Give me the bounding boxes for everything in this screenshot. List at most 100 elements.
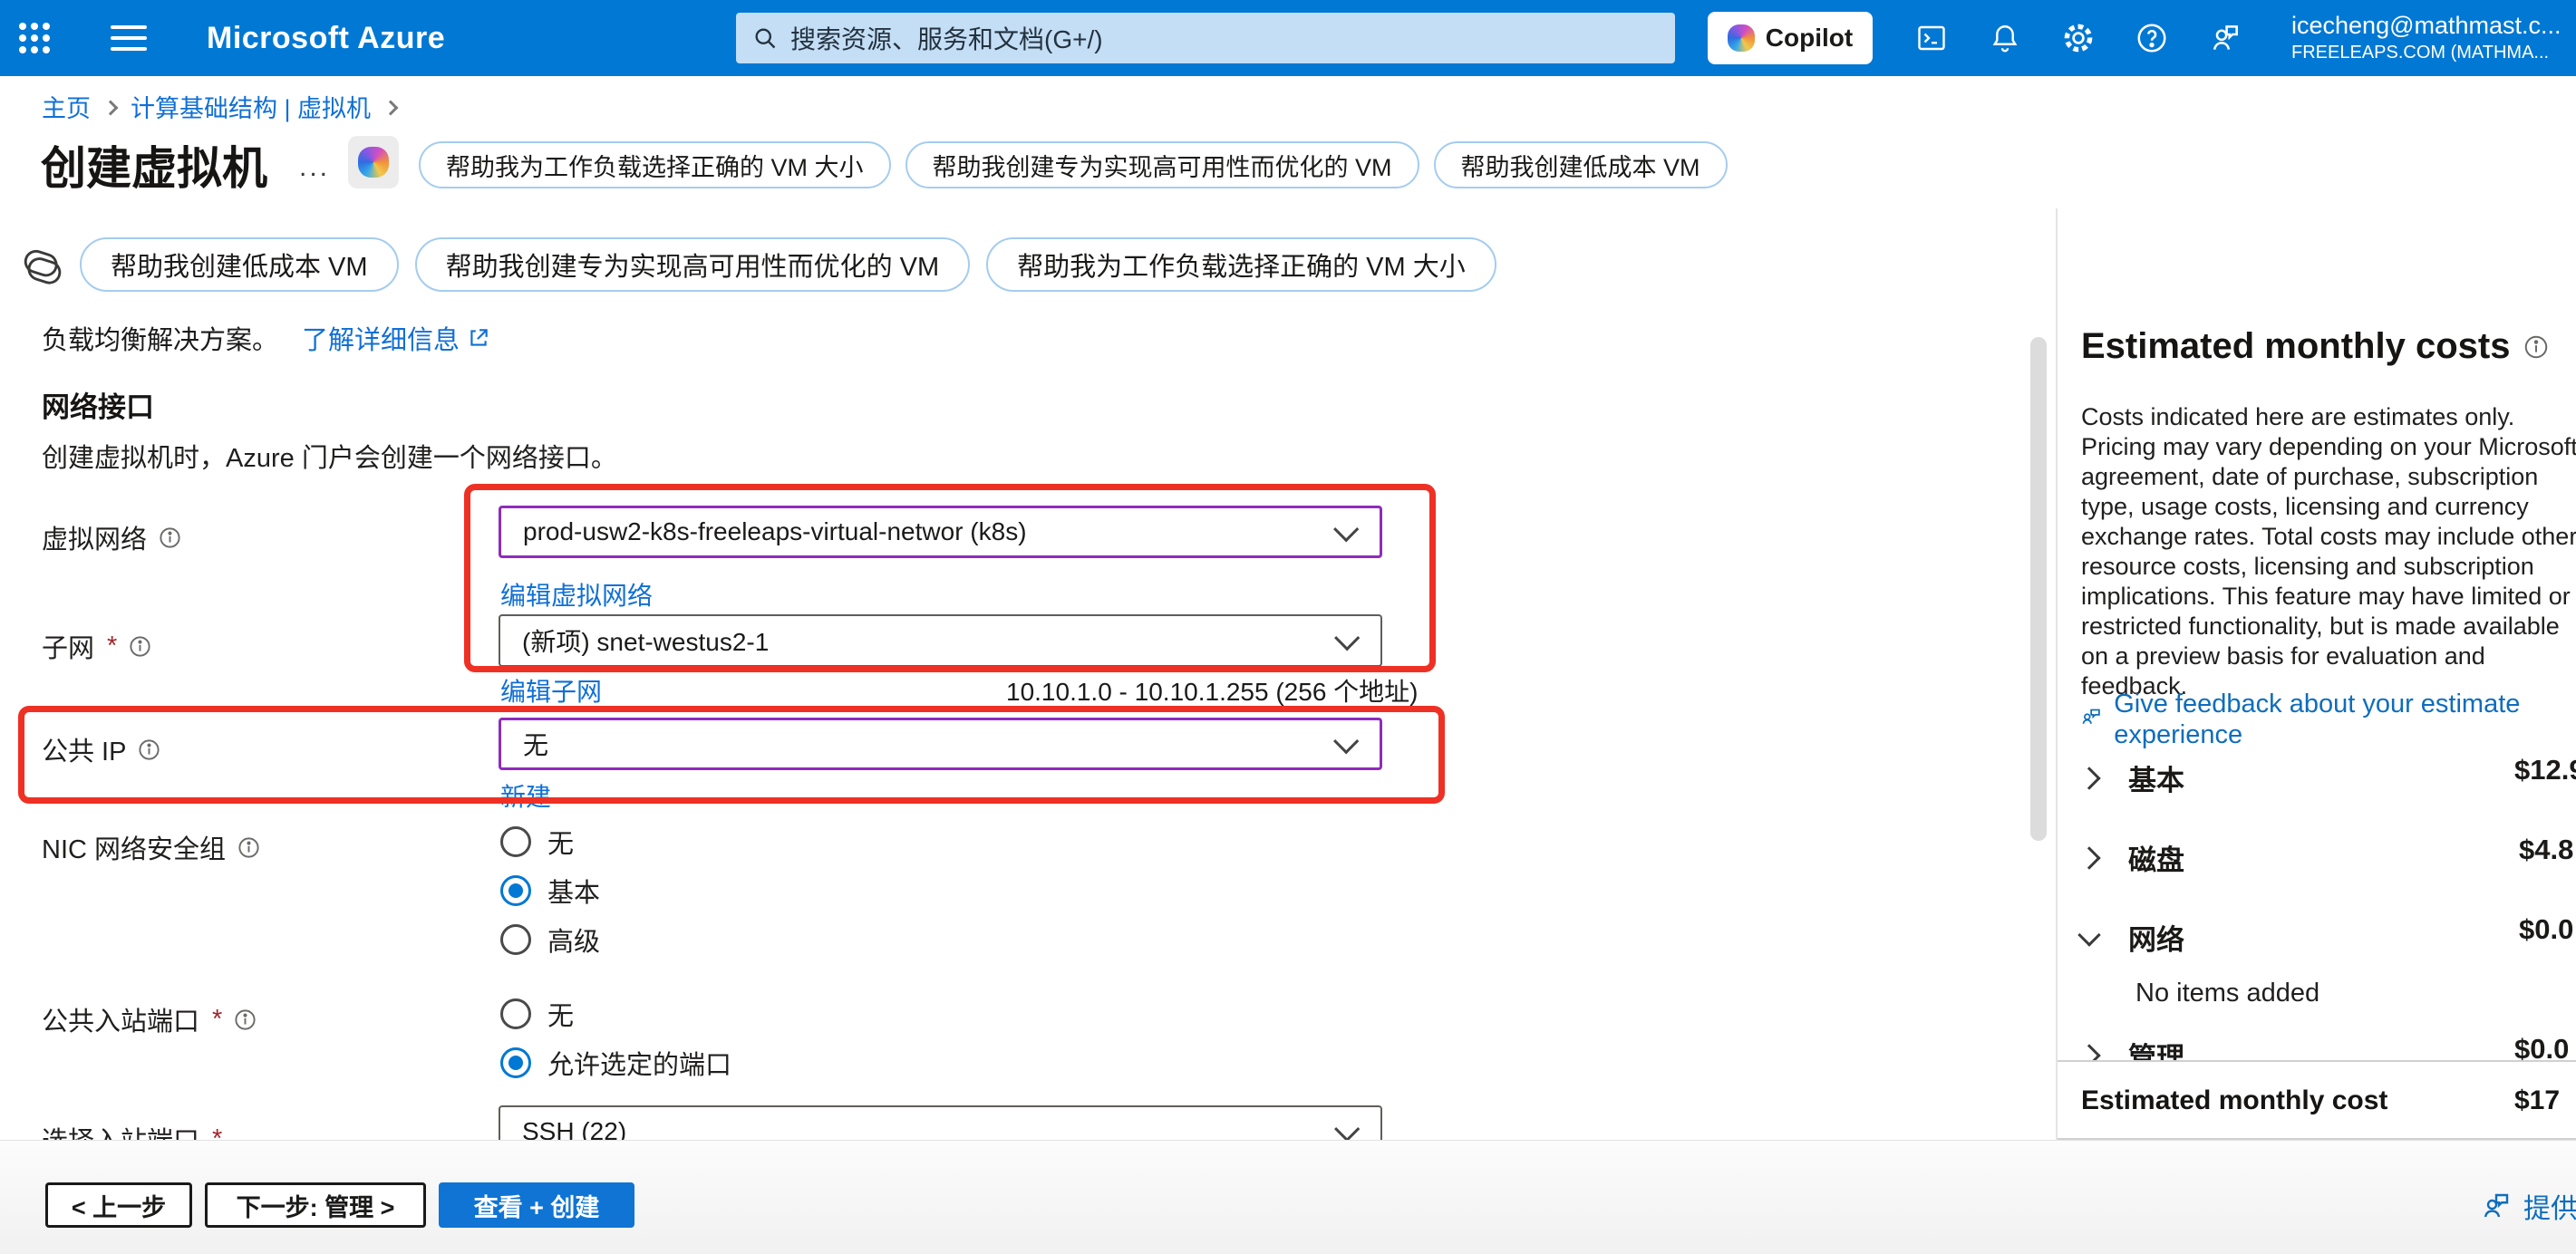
cost-row-note: No items added — [2135, 979, 2319, 1008]
radio-icon — [500, 998, 531, 1029]
info-icon[interactable] — [237, 835, 261, 860]
nic-nsg-option-advanced[interactable]: 高级 — [500, 921, 600, 959]
cost-panel-description: Costs indicated here are estimates only.… — [2081, 402, 2576, 701]
breadcrumb: 主页 计算基础结构 | 虚拟机 — [42, 89, 396, 124]
footer-feedback-link[interactable]: 提供 — [2480, 1186, 2576, 1226]
subnet-label: 子网 * — [42, 627, 152, 665]
external-link-icon — [467, 326, 490, 350]
help-icon[interactable] — [2115, 0, 2188, 76]
copilot-button[interactable]: Copilot — [1708, 12, 1873, 64]
copilot-icon — [358, 147, 389, 178]
section-description: 创建虚拟机时，Azure 门户会创建一个网络接口。 — [42, 437, 617, 475]
create-new-public-ip-link[interactable]: 新建 — [500, 777, 551, 814]
radio-selected-icon — [500, 875, 531, 906]
footer-bar: < 上一步 下一步: 管理 > 查看 + 创建 提供 — [0, 1140, 2576, 1254]
copilot-chip[interactable]: 帮助我为工作负载选择正确的 VM 大小 — [986, 237, 1496, 292]
chevron-down-icon — [2077, 923, 2100, 946]
search-placeholder: 搜索资源、服务和文档(G+/) — [790, 20, 1103, 56]
azure-portal: Microsoft Azure 搜索资源、服务和文档(G+/) Copilot — [0, 0, 2576, 1254]
intro-line: 负载均衡解决方案。 了解详细信息 — [42, 319, 490, 357]
cost-summary-bar: Estimated monthly cost $17 — [2058, 1060, 2576, 1140]
learn-more-link[interactable]: 了解详细信息 — [302, 319, 490, 357]
more-ellipsis-button[interactable]: ... — [299, 152, 330, 183]
copilot-chip[interactable]: 帮助我创建低成本 VM — [80, 237, 399, 292]
select-inbound-ports-select[interactable]: SSH (22) — [499, 1105, 1382, 1140]
copilot-chips-row2: 帮助我创建低成本 VM 帮助我创建专为实现高可用性而优化的 VM 帮助我为工作负… — [80, 237, 1496, 292]
subnet-select[interactable]: (新项) snet-westus2-1 — [499, 614, 1382, 667]
cost-summary-label: Estimated monthly cost — [2081, 1085, 2387, 1116]
public-ip-select[interactable]: 无 — [499, 718, 1382, 770]
chevron-right-icon — [2077, 767, 2100, 789]
virtual-network-select[interactable]: prod-usw2-k8s-freeleaps-virtual-networ (… — [499, 506, 1382, 558]
scrollbar-thumb[interactable] — [2030, 337, 2047, 841]
feedback-person-icon — [2480, 1190, 2513, 1222]
info-icon[interactable] — [128, 634, 152, 659]
next-step-button[interactable]: 下一步: 管理 > — [205, 1182, 426, 1228]
copilot-icon — [1728, 24, 1755, 52]
info-icon[interactable] — [137, 738, 161, 762]
copilot-chip[interactable]: 帮助我创建低成本 VM — [1434, 141, 1728, 188]
search-input[interactable]: 搜索资源、服务和文档(G+/) — [736, 13, 1675, 63]
cost-row-disk[interactable]: 磁盘 — [2081, 837, 2576, 878]
nic-nsg-label: NIC 网络安全组 — [42, 828, 261, 866]
section-heading: 网络接口 — [42, 384, 154, 425]
radio-selected-icon — [500, 1047, 531, 1078]
main-content: 负载均衡解决方案。 了解详细信息 网络接口 创建虚拟机时，Azure 门户会创建… — [0, 308, 2021, 1140]
cost-row-basic[interactable]: 基本 — [2081, 757, 2576, 798]
waffle-menu-icon[interactable] — [0, 0, 69, 76]
nic-nsg-option-basic[interactable]: 基本 — [500, 872, 600, 910]
previous-step-button[interactable]: < 上一步 — [45, 1182, 192, 1228]
review-create-button[interactable]: 查看 + 创建 — [439, 1182, 634, 1228]
cost-row-network[interactable]: 网络 — [2081, 917, 2576, 958]
breadcrumb-section[interactable]: 计算基础结构 | 虚拟机 — [131, 89, 371, 124]
account-menu[interactable]: icecheng@mathmast.c... FREELEAPS.COM (MA… — [2291, 11, 2576, 64]
public-ip-label: 公共 IP — [42, 730, 161, 768]
inbound-ports-option-allow-selected[interactable]: 允许选定的端口 — [500, 1044, 731, 1082]
intro-text: 负载均衡解决方案。 — [42, 319, 278, 357]
cost-summary-price: $17 — [2514, 1085, 2560, 1116]
virtual-network-label: 虚拟网络 — [42, 518, 182, 556]
cost-price: $12.9 — [2514, 754, 2576, 786]
copilot-outline-icon — [22, 246, 63, 288]
give-feedback-link[interactable]: Give feedback about your estimate experi… — [2079, 689, 2532, 750]
radio-icon — [500, 924, 531, 955]
subnet-address-range: 10.10.1.0 - 10.10.1.255 (256 个地址) — [1006, 672, 1419, 709]
copilot-chips-row1: 帮助我为工作负载选择正确的 VM 大小 帮助我创建专为实现高可用性而优化的 VM… — [419, 141, 1728, 188]
notifications-bell-icon[interactable] — [1968, 0, 2041, 76]
account-email: icecheng@mathmast.c... — [2291, 11, 2576, 42]
account-tenant: FREELEAPS.COM (MATHMA... — [2291, 42, 2576, 64]
copilot-chip[interactable]: 帮助我为工作负载选择正确的 VM 大小 — [419, 141, 891, 188]
brand-title[interactable]: Microsoft Azure — [207, 21, 445, 56]
copilot-suggestions-button[interactable] — [348, 136, 399, 188]
chevron-right-icon — [2077, 846, 2100, 869]
public-inbound-ports-label: 公共入站端口 * — [42, 1000, 257, 1038]
cloud-shell-icon[interactable] — [1894, 0, 1968, 76]
page-title: 创建虚拟机 — [41, 132, 267, 198]
cost-price: $4.8 — [2519, 834, 2573, 866]
chevron-right-icon — [103, 100, 119, 115]
chevron-right-icon — [383, 100, 399, 115]
info-icon[interactable] — [233, 1008, 257, 1032]
edit-subnet-link[interactable]: 编辑子网 — [500, 672, 602, 709]
feedback-chat-icon — [2079, 698, 2103, 734]
settings-gear-icon[interactable] — [2041, 0, 2115, 76]
cost-price: $0.0 — [2519, 913, 2573, 946]
nic-nsg-option-none[interactable]: 无 — [500, 823, 574, 861]
topbar-icons — [1894, 0, 2261, 76]
feedback-person-icon[interactable] — [2188, 0, 2261, 76]
cost-panel-title: Estimated monthly costs — [2081, 326, 2550, 367]
info-icon[interactable] — [2523, 333, 2550, 361]
estimated-costs-panel: Estimated monthly costs Costs indicated … — [2058, 76, 2576, 1140]
edit-virtual-network-link[interactable]: 编辑虚拟网络 — [500, 576, 653, 613]
info-icon[interactable] — [158, 526, 182, 550]
copilot-chip[interactable]: 帮助我创建专为实现高可用性而优化的 VM — [415, 237, 971, 292]
top-bar: Microsoft Azure 搜索资源、服务和文档(G+/) Copilot — [0, 0, 2576, 76]
select-inbound-ports-label: 选择入站端口 * — [42, 1120, 222, 1140]
search-icon — [752, 25, 778, 51]
hamburger-menu-icon[interactable] — [92, 0, 165, 76]
copilot-label: Copilot — [1766, 24, 1853, 53]
radio-icon — [500, 826, 531, 857]
inbound-ports-option-none[interactable]: 无 — [500, 995, 574, 1033]
copilot-chip[interactable]: 帮助我创建专为实现高可用性而优化的 VM — [905, 141, 1419, 188]
breadcrumb-home[interactable]: 主页 — [42, 89, 91, 124]
